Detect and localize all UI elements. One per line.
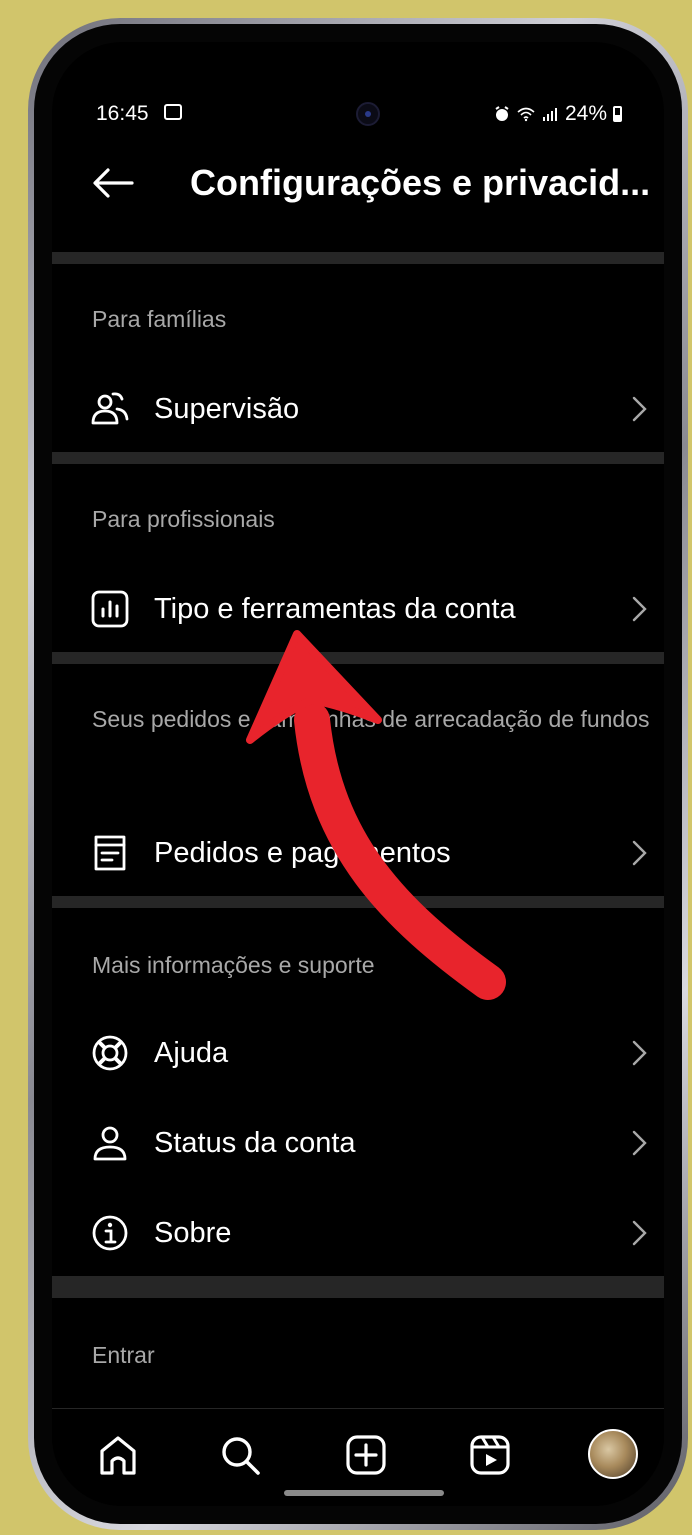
section-header-professionals: Para profissionais bbox=[92, 506, 275, 532]
chevron-right-icon bbox=[632, 1040, 647, 1066]
phone-frame: 16:45 24% Configurações e privacid... Pa… bbox=[28, 18, 688, 1530]
section-divider bbox=[52, 896, 664, 908]
section-divider bbox=[52, 652, 664, 664]
chevron-right-icon bbox=[632, 396, 647, 422]
section-divider bbox=[52, 252, 664, 264]
section-divider bbox=[52, 452, 664, 464]
signal-icon bbox=[542, 108, 557, 121]
reels-icon[interactable] bbox=[466, 1431, 514, 1479]
section-header-families: Para famílias bbox=[92, 306, 227, 332]
phone-screen: 16:45 24% Configurações e privacid... Pa… bbox=[52, 42, 664, 1506]
gallery-notification-icon bbox=[164, 104, 182, 120]
lifebuoy-icon bbox=[92, 1035, 128, 1071]
menu-item-label: Sobre bbox=[154, 1216, 232, 1249]
supervision-icon bbox=[91, 392, 129, 425]
section-header-orders-fundraisers: Seus pedidos e campanhas de arrecadação … bbox=[92, 706, 650, 732]
alarm-icon bbox=[495, 106, 509, 121]
status-time: 16:45 bbox=[96, 102, 149, 125]
insights-chart-icon bbox=[91, 590, 129, 628]
chevron-right-icon bbox=[632, 1220, 647, 1246]
menu-item-label: Tipo e ferramentas da conta bbox=[154, 592, 516, 625]
info-icon bbox=[92, 1215, 128, 1251]
person-icon bbox=[93, 1126, 127, 1161]
battery-icon bbox=[613, 106, 622, 122]
menu-item-account-status[interactable]: Status da conta bbox=[52, 1108, 664, 1178]
status-indicators: 24% bbox=[493, 102, 622, 126]
chevron-right-icon bbox=[632, 840, 647, 866]
section-header-login: Entrar bbox=[92, 1342, 155, 1368]
page-title: Configurações e privacid... bbox=[190, 162, 651, 203]
chevron-right-icon bbox=[632, 596, 647, 622]
battery-percent: 24% bbox=[564, 102, 607, 125]
menu-item-label: Pedidos e pagamentos bbox=[154, 836, 451, 869]
menu-item-supervision[interactable]: Supervisão bbox=[52, 374, 664, 444]
back-arrow-icon[interactable] bbox=[90, 160, 136, 206]
receipt-icon bbox=[94, 835, 126, 871]
front-camera bbox=[356, 102, 380, 126]
phone-bezel: 16:45 24% Configurações e privacid... Pa… bbox=[34, 24, 682, 1524]
wifi-icon bbox=[517, 107, 535, 122]
menu-item-orders-payments[interactable]: Pedidos e pagamentos bbox=[52, 818, 664, 888]
menu-item-help[interactable]: Ajuda bbox=[52, 1018, 664, 1088]
home-indicator bbox=[284, 1490, 444, 1496]
profile-avatar[interactable] bbox=[588, 1429, 638, 1479]
home-icon[interactable] bbox=[94, 1431, 142, 1479]
menu-item-label: Status da conta bbox=[154, 1126, 356, 1159]
menu-item-about[interactable]: Sobre bbox=[52, 1198, 664, 1268]
section-header-more-info-support: Mais informações e suporte bbox=[92, 952, 375, 978]
chevron-right-icon bbox=[632, 1130, 647, 1156]
search-icon[interactable] bbox=[216, 1431, 264, 1479]
menu-item-account-type-tools[interactable]: Tipo e ferramentas da conta bbox=[52, 574, 664, 644]
menu-item-label: Supervisão bbox=[154, 392, 300, 425]
section-divider bbox=[52, 1276, 664, 1298]
menu-item-label: Ajuda bbox=[154, 1036, 229, 1069]
create-icon[interactable] bbox=[342, 1431, 390, 1479]
